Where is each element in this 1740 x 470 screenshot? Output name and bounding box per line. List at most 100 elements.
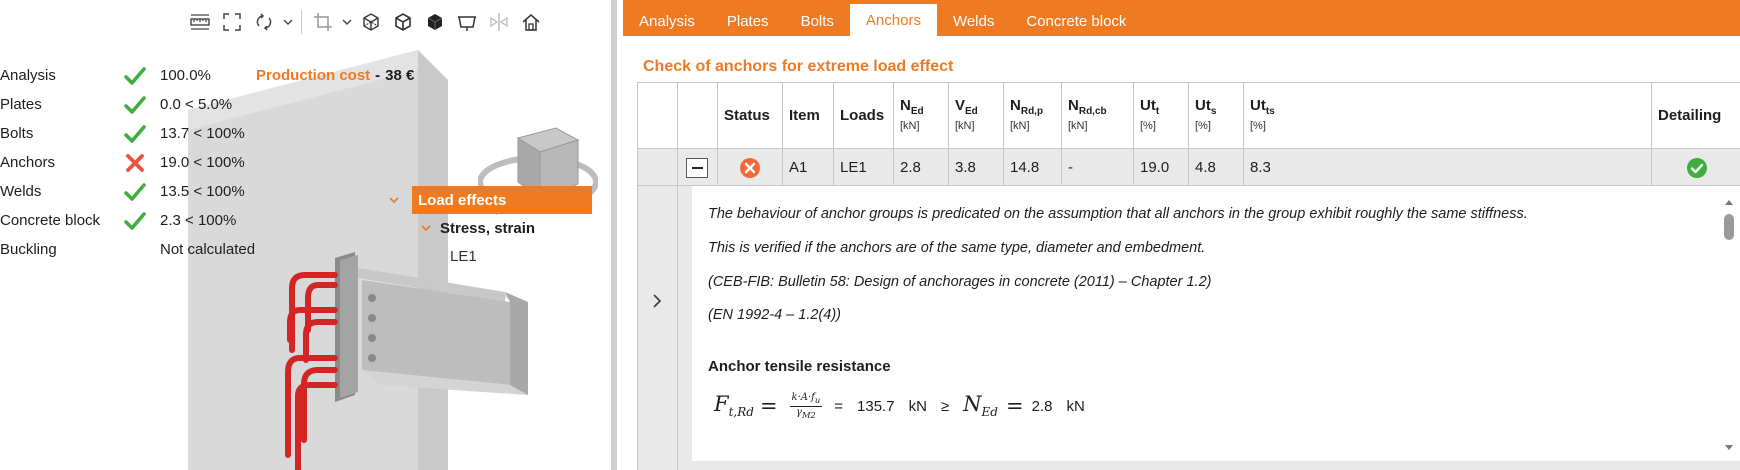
summary-label: Bolts xyxy=(0,125,34,142)
check-icon xyxy=(124,125,146,143)
chevron-down-icon[interactable] xyxy=(388,195,400,205)
summary-value: Not calculated xyxy=(160,241,256,258)
summary-row-anchors[interactable]: Anchors 19.0 < 100% xyxy=(0,150,440,179)
summary-value: 100.0% xyxy=(160,67,211,84)
tree-node-stress-strain[interactable]: Stress, strain xyxy=(416,220,535,237)
row-item: A1 xyxy=(783,149,834,186)
scroll-thumb[interactable] xyxy=(1724,214,1734,240)
header-utt[interactable]: Utt [%] xyxy=(1134,83,1189,149)
summary-label: Anchors xyxy=(0,154,56,171)
check-results-pane: Analysis Plates Bolts Anchors Welds Conc… xyxy=(623,0,1740,470)
production-cost-label: Production cost xyxy=(256,67,371,84)
summary-row-buckling[interactable]: Buckling Not calculated xyxy=(0,237,440,266)
header-nrdcb[interactable]: NRd,cb [kN] xyxy=(1062,83,1134,149)
tensile-resistance-formula: Ft,Rd = k·A·fu γM2 = 135.7 kN ≥ NEd = 2.… xyxy=(714,389,1085,423)
summary-value: 13.5 < 100% xyxy=(160,183,245,200)
detail-text-line: The behaviour of anchor groups is predic… xyxy=(708,206,1528,222)
formula-lhs: Ft,Rd xyxy=(714,392,754,420)
detail-subheading: Anchor tensile resistance xyxy=(708,358,891,375)
formula-geq: ≥ xyxy=(940,397,950,415)
summary-label: Concrete block xyxy=(0,212,101,229)
tree-node-le1-row: LE1 xyxy=(386,242,592,270)
row-status-cell xyxy=(718,149,783,186)
summary-label: Buckling xyxy=(0,241,57,258)
formula-unit: kN xyxy=(908,397,927,415)
tab-plates[interactable]: Plates xyxy=(711,6,785,36)
fail-status-icon xyxy=(740,157,760,178)
production-cost-value: 38 € xyxy=(385,67,415,84)
formula-equals: = xyxy=(834,397,844,415)
chevron-down-icon[interactable] xyxy=(341,8,353,36)
section-view-icon[interactable] xyxy=(453,8,481,36)
formula-rhs: NEd xyxy=(963,392,998,420)
crop-icon[interactable] xyxy=(309,8,337,36)
production-cost-separator: - xyxy=(375,67,381,84)
header-detailing[interactable]: Detailing xyxy=(1652,83,1740,149)
tree-node-le1[interactable]: LE1 xyxy=(450,248,477,265)
summary-value: 2.3 < 100% xyxy=(160,212,237,229)
header-item[interactable]: Item xyxy=(783,83,834,149)
tab-bolts[interactable]: Bolts xyxy=(785,6,850,36)
row-nrdcb: - xyxy=(1062,149,1134,186)
header-utts[interactable]: Utts [%] xyxy=(1244,83,1652,149)
wireframe-cube-icon[interactable] xyxy=(357,8,385,36)
formula-equals: = xyxy=(759,394,778,418)
summary-label: Analysis xyxy=(0,67,56,84)
chevron-down-icon[interactable] xyxy=(420,223,432,233)
detail-expander xyxy=(638,186,678,470)
tree-node-load-effects[interactable]: Load effects xyxy=(412,186,592,214)
solid-cube-icon[interactable] xyxy=(421,8,449,36)
tab-welds[interactable]: Welds xyxy=(937,6,1010,36)
row-ved: 3.8 xyxy=(949,149,1004,186)
toolbar-divider xyxy=(301,10,302,34)
header-uts[interactable]: Uts [%] xyxy=(1189,83,1244,149)
formula-rhs-value: 2.8 xyxy=(1031,397,1053,415)
table-row[interactable]: A1 LE1 2.8 3.8 14.8 - 19.0 4.8 8.3 xyxy=(638,149,1740,186)
formula-equals: = xyxy=(1005,394,1024,418)
mirror-icon[interactable] xyxy=(485,8,513,36)
tab-concrete-block[interactable]: Concrete block xyxy=(1010,6,1142,36)
tree-node-load-effects-row: Load effects xyxy=(386,186,592,214)
row-expander-cell xyxy=(638,149,678,186)
tree-node-stress-row: Stress, strain xyxy=(386,214,592,242)
table-header: Status Item Loads NEd [kN] VEd [kN] NRd,p[… xyxy=(638,83,1740,149)
ok-status-icon xyxy=(1686,157,1707,178)
transparent-cube-icon[interactable] xyxy=(389,8,417,36)
ruler-icon[interactable] xyxy=(186,8,214,36)
cross-icon xyxy=(126,154,144,172)
detail-scrollbar[interactable] xyxy=(1716,186,1740,461)
summary-row-welds[interactable]: Welds 13.5 < 100% xyxy=(0,179,440,208)
header-collapse xyxy=(678,83,718,149)
row-utt: 19.0 xyxy=(1134,149,1189,186)
check-icon xyxy=(124,183,146,201)
summary-row-concrete-block[interactable]: Concrete block 2.3 < 100% xyxy=(0,208,440,237)
tab-analysis[interactable]: Analysis xyxy=(623,6,711,36)
summary-value: 19.0 < 100% xyxy=(160,154,245,171)
collapse-button[interactable] xyxy=(686,158,708,178)
results-tree: Load effects Stress, strain LE1 xyxy=(386,186,592,270)
row-utts: 8.3 xyxy=(1244,149,1652,186)
home-icon[interactable] xyxy=(517,8,545,36)
row-uts: 4.8 xyxy=(1189,149,1244,186)
header-ned[interactable]: NEd [kN] xyxy=(894,83,949,149)
check-icon xyxy=(124,212,146,230)
tab-anchors[interactable]: Anchors xyxy=(849,4,937,36)
check-summary: Analysis 100.0% Plates 0.0 < 5.0% Bolts … xyxy=(0,63,440,266)
row-ned: 2.8 xyxy=(894,149,949,186)
header-loads[interactable]: Loads xyxy=(834,83,894,149)
scroll-up-icon[interactable] xyxy=(1724,198,1734,206)
header-nrdp[interactable]: NRd,p [kN] xyxy=(1004,83,1062,149)
chevron-down-icon[interactable] xyxy=(282,8,294,36)
chevron-right-icon[interactable] xyxy=(651,293,663,309)
section-title: Check of anchors for extreme load effect xyxy=(643,58,954,75)
header-status[interactable]: Status xyxy=(718,83,783,149)
rotate-icon[interactable] xyxy=(250,8,278,36)
scroll-down-icon[interactable] xyxy=(1724,444,1734,452)
header-ved[interactable]: VEd [kN] xyxy=(949,83,1004,149)
summary-row-plates[interactable]: Plates 0.0 < 5.0% xyxy=(0,92,440,121)
summary-label: Welds xyxy=(0,183,42,200)
summary-row-bolts[interactable]: Bolts 13.7 < 100% xyxy=(0,121,440,150)
detail-text-line: This is verified if the anchors are of t… xyxy=(708,240,1206,256)
fit-view-icon[interactable] xyxy=(218,8,246,36)
anchors-table: Status Item Loads NEd [kN] VEd [kN] NRd,p[… xyxy=(637,82,1740,470)
